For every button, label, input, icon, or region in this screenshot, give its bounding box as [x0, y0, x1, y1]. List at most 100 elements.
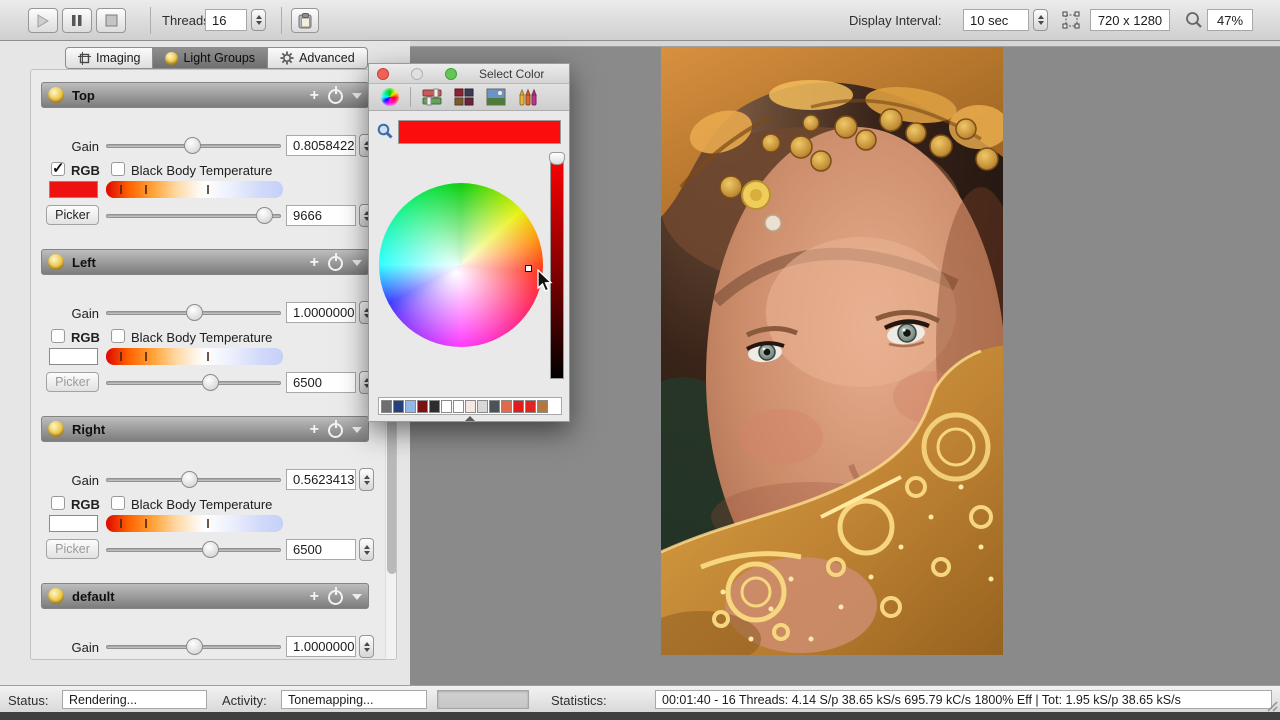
- add-icon[interactable]: +: [310, 256, 319, 270]
- tab-imaging[interactable]: Imaging: [65, 47, 153, 69]
- gain-slider[interactable]: [106, 478, 281, 482]
- bbt-checkbox[interactable]: [111, 329, 125, 343]
- picker-button[interactable]: Picker: [46, 539, 99, 559]
- copy-to-clipboard-button[interactable]: [291, 8, 319, 33]
- image-mode-icon[interactable]: [485, 87, 507, 107]
- colorwheel-mode-icon[interactable]: [379, 87, 401, 107]
- power-icon[interactable]: [328, 256, 343, 271]
- render-start-button[interactable]: [28, 8, 58, 33]
- sliders-mode-icon[interactable]: [421, 87, 443, 107]
- color-swatch[interactable]: [525, 400, 536, 413]
- group-header[interactable]: Right +: [41, 416, 369, 442]
- colorwheel-selection-marker[interactable]: [525, 265, 532, 272]
- color-swatch[interactable]: [489, 400, 500, 413]
- color-swatch[interactable]: [381, 400, 392, 413]
- threads-stepper[interactable]: [251, 9, 266, 31]
- group-title: Left: [72, 255, 96, 270]
- collapse-icon[interactable]: [352, 260, 362, 266]
- picker-slider[interactable]: [106, 381, 281, 385]
- color-swatch[interactable]: [501, 400, 512, 413]
- color-swatch[interactable]: [417, 400, 428, 413]
- group-header[interactable]: default +: [41, 583, 369, 609]
- gain-value-field[interactable]: 1.0000000: [286, 302, 356, 323]
- gain-slider[interactable]: [106, 144, 281, 148]
- zoom-loupe-icon[interactable]: [1185, 11, 1203, 34]
- color-swatch[interactable]: [429, 400, 440, 413]
- add-icon[interactable]: +: [310, 423, 319, 437]
- group-color-swatch[interactable]: [49, 515, 98, 532]
- magnifier-pick-icon[interactable]: [377, 123, 393, 139]
- group-color-swatch[interactable]: [49, 181, 98, 198]
- minimize-icon[interactable]: [411, 68, 423, 80]
- gain-value-field[interactable]: 1.0000000: [286, 636, 356, 657]
- picker-button[interactable]: Picker: [46, 372, 99, 392]
- color-swatch[interactable]: [477, 400, 488, 413]
- color-swatch[interactable]: [405, 400, 416, 413]
- gain-stepper[interactable]: [359, 468, 374, 491]
- picker-value-field[interactable]: 6500: [286, 539, 356, 560]
- picker-value-field[interactable]: 6500: [286, 372, 356, 393]
- gain-slider-knob[interactable]: [184, 137, 201, 154]
- resize-grip[interactable]: [1264, 698, 1278, 712]
- color-wheel[interactable]: [379, 183, 543, 347]
- palette-mode-icon[interactable]: [453, 87, 475, 107]
- group-header[interactable]: Left +: [41, 249, 369, 275]
- collapse-icon[interactable]: [352, 427, 362, 433]
- brightness-slider[interactable]: [550, 156, 564, 379]
- collapse-icon[interactable]: [352, 93, 362, 99]
- rgb-checkbox[interactable]: [51, 329, 65, 343]
- bbt-checkbox[interactable]: [111, 162, 125, 176]
- color-swatch[interactable]: [537, 400, 548, 413]
- resize-icon[interactable]: [1062, 11, 1081, 35]
- color-swatch[interactable]: [393, 400, 404, 413]
- bbt-checkbox[interactable]: [111, 496, 125, 510]
- power-icon[interactable]: [328, 590, 343, 605]
- close-icon[interactable]: [377, 68, 389, 80]
- tab-light-groups[interactable]: Light Groups: [153, 47, 268, 69]
- power-icon[interactable]: [328, 423, 343, 438]
- picker-stepper[interactable]: [359, 538, 374, 561]
- picker-slider[interactable]: [106, 548, 281, 552]
- tab-advanced[interactable]: Advanced: [268, 47, 368, 69]
- gain-slider[interactable]: [106, 645, 281, 649]
- group-header[interactable]: Top +: [41, 82, 369, 108]
- blackbody-gradient[interactable]: [106, 515, 283, 532]
- render-pause-button[interactable]: [62, 8, 92, 33]
- blackbody-gradient[interactable]: [106, 181, 283, 198]
- dialog-titlebar[interactable]: Select Color: [369, 64, 569, 84]
- add-icon[interactable]: +: [310, 89, 319, 103]
- zoom-window-icon[interactable]: [445, 68, 457, 80]
- render-stop-button[interactable]: [96, 8, 126, 33]
- color-swatch[interactable]: [465, 400, 476, 413]
- gain-slider-knob[interactable]: [186, 638, 203, 655]
- picker-value-field[interactable]: 9666: [286, 205, 356, 226]
- imaging-tab-icon: [78, 52, 91, 65]
- display-interval-stepper[interactable]: [1033, 9, 1048, 31]
- picker-slider-knob[interactable]: [202, 374, 219, 391]
- gain-slider[interactable]: [106, 311, 281, 315]
- rgb-checkbox[interactable]: [51, 496, 65, 510]
- picker-button[interactable]: Picker: [46, 205, 99, 225]
- color-swatch[interactable]: [453, 400, 464, 413]
- power-icon[interactable]: [328, 89, 343, 104]
- blackbody-gradient[interactable]: [106, 348, 283, 365]
- picker-slider-knob[interactable]: [256, 207, 273, 224]
- display-interval-input[interactable]: 10 sec: [963, 9, 1029, 31]
- add-icon[interactable]: +: [310, 590, 319, 604]
- gain-slider-knob[interactable]: [181, 471, 198, 488]
- brightness-slider-knob[interactable]: [549, 152, 565, 165]
- color-swatch[interactable]: [441, 400, 452, 413]
- crayons-mode-icon[interactable]: [517, 87, 539, 107]
- rgb-checkbox[interactable]: [51, 162, 65, 176]
- gain-slider-knob[interactable]: [186, 304, 203, 321]
- gain-value-field[interactable]: 0.5623413: [286, 469, 356, 490]
- collapse-icon[interactable]: [352, 594, 362, 600]
- picker-slider-knob[interactable]: [202, 541, 219, 558]
- threads-input[interactable]: 16: [205, 9, 247, 31]
- group-color-swatch[interactable]: [49, 348, 98, 365]
- picker-slider[interactable]: [106, 214, 281, 218]
- color-swatch[interactable]: [513, 400, 524, 413]
- swatch-drawer-handle[interactable]: [465, 416, 475, 421]
- gain-stepper[interactable]: [359, 635, 374, 658]
- gain-value-field[interactable]: 0.8058422: [286, 135, 356, 156]
